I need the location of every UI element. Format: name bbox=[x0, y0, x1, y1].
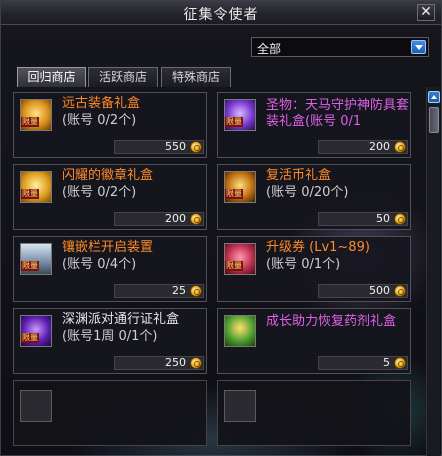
limited-badge: 限量 bbox=[225, 117, 243, 127]
coin-icon bbox=[190, 357, 202, 369]
close-button[interactable]: ✕ bbox=[417, 4, 435, 21]
item-price: 250 bbox=[165, 356, 186, 369]
coin-icon bbox=[190, 141, 202, 153]
category-filter-dropdown[interactable]: 全部 bbox=[251, 37, 429, 57]
dialog-window: 征集令使者 ✕ 全部 回归商店 活跃商店 特殊商店 限量 远古装备礼盒 (账号 … bbox=[0, 0, 442, 456]
item-name: 圣物：天马守护神防具套装礼盒(账号 0/1 bbox=[266, 98, 410, 129]
item-price: 200 bbox=[165, 212, 186, 225]
item-price: 550 bbox=[165, 140, 186, 153]
limited-badge: 限量 bbox=[21, 189, 39, 199]
item-name: 深渊派对通行证礼盒 bbox=[62, 312, 180, 327]
item-price: 25 bbox=[172, 284, 186, 297]
chevron-down-icon[interactable] bbox=[411, 40, 426, 54]
item-price: 50 bbox=[376, 212, 390, 225]
empty-slot-icon bbox=[224, 390, 256, 422]
coin-icon bbox=[190, 285, 202, 297]
coin-icon bbox=[394, 285, 406, 297]
shop-item[interactable]: 限量 复活币礼盒 (账号 0/20个) 50 bbox=[217, 164, 411, 230]
limited-badge: 限量 bbox=[21, 261, 39, 271]
shop-item[interactable]: 限量 深渊派对通行证礼盒 (账号1周 0/1个) 250 bbox=[13, 308, 207, 374]
title-bar[interactable]: 征集令使者 ✕ bbox=[1, 1, 441, 25]
item-purchase-limit: (账号 0/1个) bbox=[266, 257, 341, 272]
coin-icon bbox=[190, 213, 202, 225]
shop-item[interactable]: 限量 远古装备礼盒 (账号 0/2个) 550 bbox=[13, 92, 207, 158]
shop-item[interactable]: 限量 镶嵌栏开启装置 (账号 0/4个) 25 bbox=[13, 236, 207, 302]
price-bar: 50 bbox=[318, 212, 408, 226]
filter-selected-value: 全部 bbox=[257, 42, 282, 56]
shop-item[interactable]: 限量 升级券 (Lv1~89) (账号 0/1个) 500 bbox=[217, 236, 411, 302]
coin-icon bbox=[394, 213, 406, 225]
limited-badge: 限量 bbox=[21, 117, 39, 127]
price-bar: 25 bbox=[114, 284, 204, 298]
item-purchase-limit: (账号1周 0/1个) bbox=[62, 329, 158, 344]
limited-badge: 限量 bbox=[225, 189, 243, 199]
item-purchase-limit: (账号 0/20个) bbox=[266, 185, 349, 200]
item-price: 200 bbox=[369, 140, 390, 153]
price-bar: 250 bbox=[114, 356, 204, 370]
item-name: 镶嵌栏开启装置 bbox=[62, 240, 154, 255]
shop-item[interactable]: 限量 圣物：天马守护神防具套装礼盒(账号 0/1 200 bbox=[217, 92, 411, 158]
window-title: 征集令使者 bbox=[183, 7, 259, 23]
item-name: 复活币礼盒 bbox=[266, 168, 332, 183]
item-name: 成长助力恢复药剂礼盒 bbox=[266, 314, 397, 329]
empty-slot-icon bbox=[20, 390, 52, 422]
tab-return-shop[interactable]: 回归商店 bbox=[17, 67, 86, 87]
scrollbar-thumb[interactable] bbox=[429, 107, 439, 133]
empty-shop-slot bbox=[13, 380, 207, 446]
scrollbar[interactable] bbox=[426, 87, 440, 456]
price-bar: 500 bbox=[318, 284, 408, 298]
price-bar: 5 bbox=[318, 356, 408, 370]
tab-special-shop[interactable]: 特殊商店 bbox=[161, 67, 231, 87]
empty-shop-slot bbox=[217, 380, 411, 446]
shop-item[interactable]: 成长助力恢复药剂礼盒 5 bbox=[217, 308, 411, 374]
scroll-up-icon[interactable] bbox=[428, 91, 440, 103]
item-name: 闪耀的徽章礼盒 bbox=[62, 168, 154, 183]
limited-badge: 限量 bbox=[21, 333, 39, 343]
price-bar: 550 bbox=[114, 140, 204, 154]
item-name: 升级券 (Lv1~89) bbox=[266, 240, 370, 255]
item-name: 远古装备礼盒 bbox=[62, 96, 141, 111]
item-purchase-limit: (账号 0/2个) bbox=[62, 113, 137, 128]
price-bar: 200 bbox=[318, 140, 408, 154]
limited-badge: 限量 bbox=[225, 261, 243, 271]
price-bar: 200 bbox=[114, 212, 204, 226]
item-price: 500 bbox=[369, 284, 390, 297]
shop-item[interactable]: 限量 闪耀的徽章礼盒 (账号 0/2个) 200 bbox=[13, 164, 207, 230]
item-purchase-limit: (账号 0/2个) bbox=[62, 185, 137, 200]
item-purchase-limit: (账号 0/4个) bbox=[62, 257, 137, 272]
coin-icon bbox=[394, 357, 406, 369]
growth-potion-box-icon bbox=[224, 315, 256, 347]
tab-active-shop[interactable]: 活跃商店 bbox=[88, 67, 158, 87]
coin-icon bbox=[394, 141, 406, 153]
item-price: 5 bbox=[383, 356, 390, 369]
